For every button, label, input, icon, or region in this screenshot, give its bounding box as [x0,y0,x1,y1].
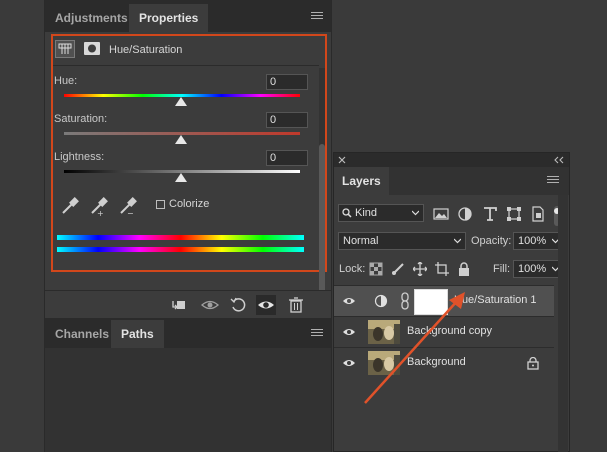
header-divider [53,65,319,66]
layer-thumbnail[interactable] [368,320,400,344]
tab-properties[interactable]: Properties [129,4,209,32]
hue-slider-thumb[interactable] [175,97,187,106]
lock-icon [527,357,539,370]
left-gutter [0,0,44,452]
layer-row-background[interactable]: Background [334,347,554,378]
lightness-slider-thumb[interactable] [175,173,187,182]
properties-tabbar: Adjustments Properties [45,0,331,32]
layer-mask-icon[interactable] [82,40,102,58]
view-previous-state-icon[interactable] [200,295,220,315]
output-spectrum-bar [57,247,304,252]
eyedropper-subtract-icon[interactable]: − [117,195,139,218]
layer-mask-thumbnail[interactable] [414,289,448,315]
adjustment-layer-icon[interactable] [55,40,75,58]
lightness-value-field[interactable]: 0 [266,150,308,166]
lock-transparent-pixels-icon[interactable] [369,262,383,276]
layer-row-hue-saturation[interactable]: Hue/Saturation 1 [334,285,554,316]
chevron-down-icon [454,238,461,244]
blend-mode-value: Normal [343,235,379,247]
layer-name[interactable]: Hue/Saturation 1 [454,294,537,306]
close-icon[interactable] [338,156,346,164]
layers-tabbar: Layers [334,167,569,195]
fill-value: 100% [518,263,547,275]
lock-artboard-icon[interactable] [435,262,449,276]
properties-title: Hue/Saturation [109,44,183,56]
svg-text:−: − [127,209,134,217]
hue-label: Hue: [54,75,78,87]
adjustment-filter-icon[interactable] [456,205,474,223]
clip-to-layer-icon[interactable] [169,295,189,315]
hue-value-field[interactable]: 0 [266,74,308,90]
layer-row-background-copy[interactable]: Background copy [334,316,554,347]
lock-label: Lock: [339,263,366,275]
visibility-eye-icon[interactable] [342,295,356,307]
reset-icon[interactable] [228,295,248,315]
opacity-label: Opacity: [471,235,512,247]
fill-label: Fill: [493,263,511,275]
kind-filter-label: Kind [355,207,378,219]
adjustment-layer-icon [374,294,388,308]
pixel-filter-icon[interactable] [432,205,450,223]
tab-channels[interactable]: Channels [45,320,119,348]
visibility-eye-icon[interactable] [342,326,356,338]
lock-position-icon[interactable] [412,261,428,277]
panel-menu-icon[interactable] [311,329,323,339]
colorize-checkbox[interactable] [156,200,165,209]
layers-panel: Layers Kind Normal Opacity: 100% Lock: F… [333,152,570,452]
properties-scroll-thumb[interactable] [319,144,325,304]
input-spectrum-bar [57,235,304,240]
lightness-label: Lightness: [54,151,105,163]
properties-toolbar [45,290,331,318]
channels-paths-tabbar: Channels Paths [45,318,331,348]
panel-menu-icon[interactable] [547,176,559,186]
paths-panel-body [45,348,331,452]
trash-icon[interactable] [286,295,306,315]
eyedropper-icon[interactable] [59,195,81,217]
kind-filter-dropdown[interactable]: Kind [338,204,424,222]
visibility-eye-icon[interactable] [256,295,276,315]
blend-mode-dropdown[interactable]: Normal [338,232,466,250]
layers-scrollbar[interactable] [558,195,568,452]
lock-image-pixels-icon[interactable] [391,262,405,276]
type-filter-icon[interactable] [481,205,499,223]
colorize-label: Colorize [169,198,210,210]
collapse-icon[interactable] [554,156,564,164]
link-chain-icon[interactable] [400,292,410,310]
layers-panel-topbar [334,153,569,167]
opacity-field[interactable]: 100% [513,232,564,250]
chevron-down-icon [412,210,419,216]
layer-name[interactable]: Background [407,356,466,368]
saturation-value-field[interactable]: 0 [266,112,308,128]
opacity-value: 100% [518,235,547,247]
visibility-eye-icon[interactable] [342,357,356,369]
tab-layers[interactable]: Layers [334,167,389,195]
shape-filter-icon[interactable] [505,205,523,223]
search-icon [342,208,352,218]
layer-name[interactable]: Background copy [407,325,492,337]
fill-field[interactable]: 100% [513,260,564,278]
saturation-label: Saturation: [54,113,108,125]
svg-text:+: + [97,209,104,217]
tab-paths[interactable]: Paths [111,320,164,348]
properties-panel: Adjustments Properties Hue/Saturation Hu… [44,0,332,452]
eyedropper-add-icon[interactable]: + [88,195,110,218]
panel-menu-icon[interactable] [311,12,323,22]
layer-thumbnail[interactable] [368,351,400,375]
properties-body: Hue/Saturation Hue: 0 Saturation: 0 Ligh… [45,32,331,304]
saturation-slider-thumb[interactable] [175,135,187,144]
smart-object-filter-icon[interactable] [529,205,547,223]
tab-adjustments[interactable]: Adjustments [45,4,138,32]
lock-all-icon[interactable] [457,262,471,276]
